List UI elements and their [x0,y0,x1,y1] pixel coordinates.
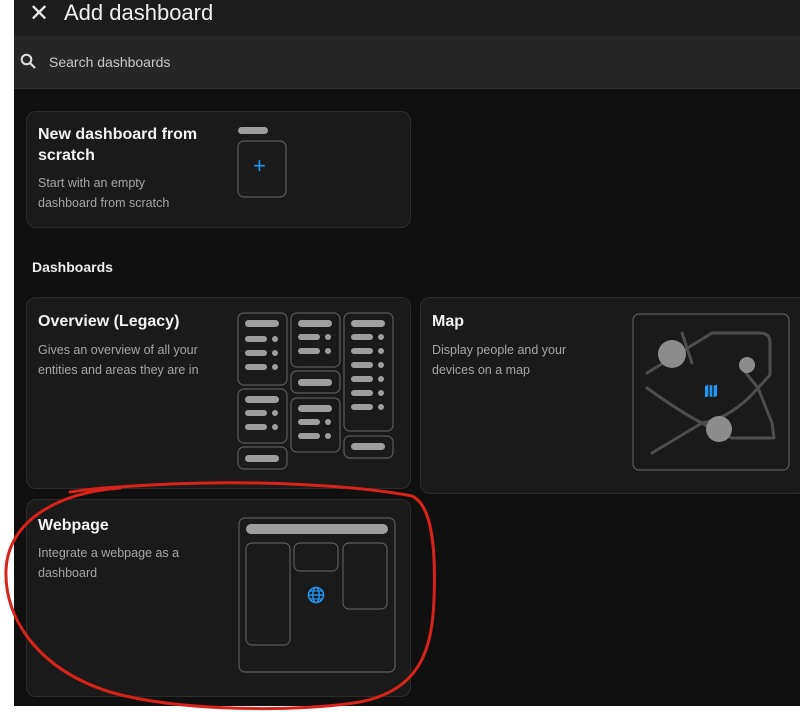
search-input[interactable]: Search dashboards [49,54,170,70]
card-title: Overview (Legacy) [38,313,180,330]
card-description: Start with an empty dashboard from scrat… [38,176,170,210]
card-webpage[interactable]: Webpage Integrate a webpage as a dashboa… [26,499,411,697]
globe-icon [307,586,325,604]
card-title: Webpage [38,517,109,534]
overview-preview [237,312,394,470]
card-description: Integrate a webpage as a dashboard [38,546,180,580]
dashboard-list: New dashboard from scratch Start with an… [14,89,800,706]
map-icon [705,384,717,398]
card-description: Gives an overview of all your entities a… [38,343,199,377]
add-dashboard-dialog: ✕ Add dashboard Search dashboards New da… [14,0,800,706]
search-bar[interactable]: Search dashboards [14,36,800,89]
card-overview-legacy[interactable]: Overview (Legacy) Gives an overview of a… [26,297,411,489]
search-icon [20,53,36,69]
dialog-title: Add dashboard [64,0,214,25]
section-heading: Dashboards [32,259,113,275]
card-description: Display people and your devices on a map [432,343,567,377]
card-map[interactable]: Map Display people and your devices on a… [420,297,800,494]
card-title: Map [432,313,464,330]
close-icon[interactable]: ✕ [29,2,49,26]
dialog-header: ✕ Add dashboard [14,0,800,36]
card-title: New dashboard from scratch [38,126,198,164]
card-new-dashboard[interactable]: New dashboard from scratch Start with an… [26,111,411,228]
plus-icon: + [253,153,266,178]
